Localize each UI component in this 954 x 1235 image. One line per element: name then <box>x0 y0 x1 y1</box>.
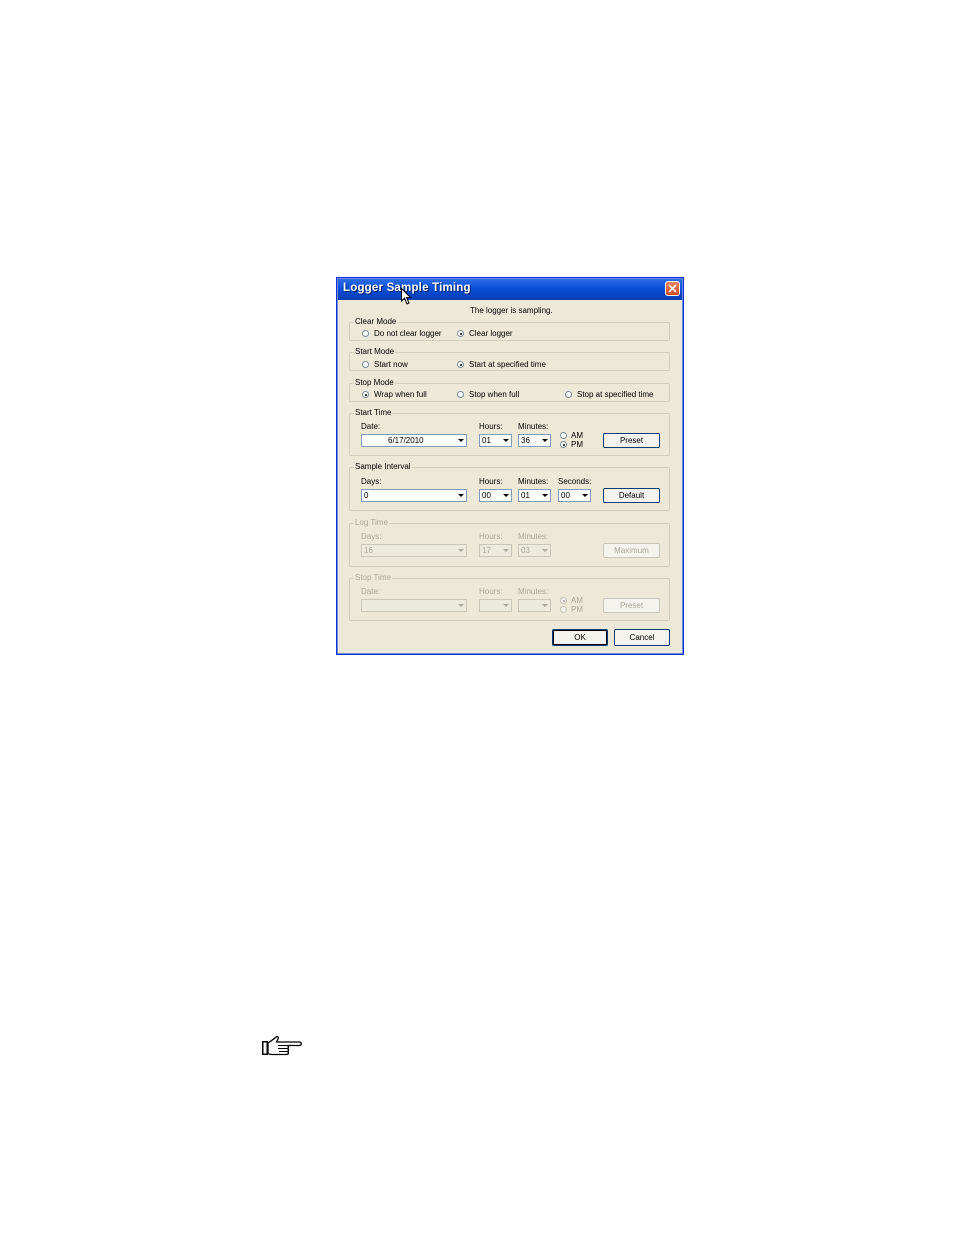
stop-pm-label: PM <box>571 605 583 614</box>
start-hours-label: Hours: <box>479 422 503 431</box>
radio-label-do-not-clear-logger: Do not clear logger <box>374 329 442 338</box>
stop-date-label: Date: <box>361 587 381 596</box>
log-days-select: 16 <box>361 544 467 557</box>
radio-label-stop-when-full: Stop when full <box>469 390 520 399</box>
interval-days-label: Days: <box>361 477 382 486</box>
status-text: The logger is sampling. <box>470 306 553 315</box>
radio-stop-when-full[interactable] <box>457 391 464 398</box>
radio-stop-am <box>560 597 567 604</box>
radio-start-am[interactable] <box>560 432 567 439</box>
log-minutes-value: 03 <box>521 546 530 555</box>
chevron-down-icon[interactable] <box>501 491 510 500</box>
log-hours-label: Hours: <box>479 532 503 541</box>
stop-time-legend: Stop Time <box>354 573 393 583</box>
interval-days-value: 0 <box>364 491 369 500</box>
radio-label-wrap-when-full: Wrap when full <box>374 390 427 399</box>
radio-wrap-when-full[interactable] <box>362 391 369 398</box>
log-days-label: Days: <box>361 532 382 541</box>
interval-seconds-select[interactable]: 00 <box>558 489 591 502</box>
interval-seconds-label: Seconds: <box>558 477 592 486</box>
log-minutes-select: 03 <box>518 544 551 557</box>
close-button[interactable] <box>665 281 680 296</box>
log-hours-select: 17 <box>479 544 512 557</box>
chevron-down-icon <box>456 601 465 610</box>
start-hours-select[interactable]: 01 <box>479 434 512 447</box>
title-bar[interactable]: Logger Sample Timing <box>338 279 682 300</box>
log-hours-value: 17 <box>482 546 491 555</box>
chevron-down-icon <box>501 546 510 555</box>
radio-start-now[interactable] <box>362 361 369 368</box>
start-time-legend: Start Time <box>354 408 393 418</box>
chevron-down-icon <box>540 601 549 610</box>
radio-start-at-specified-time[interactable] <box>457 361 464 368</box>
interval-seconds-value: 00 <box>561 491 570 500</box>
chevron-down-icon[interactable] <box>501 436 510 445</box>
default-button[interactable]: Default <box>603 488 660 503</box>
chevron-down-icon[interactable] <box>456 436 465 445</box>
start-date-picker[interactable]: 6/17/2010 <box>361 434 467 447</box>
chevron-down-icon <box>456 546 465 555</box>
interval-hours-label: Hours: <box>479 477 503 486</box>
sample-interval-legend: Sample Interval <box>354 462 412 472</box>
chevron-down-icon <box>501 601 510 610</box>
clear-mode-legend: Clear Mode <box>354 317 398 327</box>
radio-clear-logger[interactable] <box>457 330 464 337</box>
log-minutes-label: Minutes: <box>518 532 549 541</box>
start-minutes-value: 36 <box>521 436 530 445</box>
chevron-down-icon[interactable] <box>456 491 465 500</box>
stop-minutes-select <box>518 599 551 612</box>
interval-minutes-label: Minutes: <box>518 477 549 486</box>
chevron-down-icon[interactable] <box>540 436 549 445</box>
chevron-down-icon[interactable] <box>540 491 549 500</box>
radio-label-start-now: Start now <box>374 360 408 369</box>
maximum-button: Maximum <box>603 543 660 558</box>
start-minutes-label: Minutes: <box>518 422 549 431</box>
radio-label-start-at-specified-time: Start at specified time <box>469 360 546 369</box>
radio-stop-pm <box>560 606 567 613</box>
stop-hours-label: Hours: <box>479 587 503 596</box>
start-hours-value: 01 <box>482 436 491 445</box>
start-pm-label: PM <box>571 440 583 449</box>
start-mode-legend: Start Mode <box>354 347 396 357</box>
start-preset-button[interactable]: Preset <box>603 433 660 448</box>
interval-days-select[interactable]: 0 <box>361 489 467 502</box>
mouse-cursor-icon <box>401 288 412 305</box>
pointing-hand-icon <box>262 1035 302 1056</box>
radio-do-not-clear-logger[interactable] <box>362 330 369 337</box>
radio-label-stop-at-specified-time: Stop at specified time <box>577 390 654 399</box>
log-time-legend: Log Time <box>354 518 389 528</box>
interval-hours-value: 00 <box>482 491 491 500</box>
radio-label-clear-logger: Clear logger <box>469 329 513 338</box>
chevron-down-icon <box>540 546 549 555</box>
chevron-down-icon[interactable] <box>580 491 589 500</box>
start-date-label: Date: <box>361 422 381 431</box>
interval-minutes-value: 01 <box>521 491 530 500</box>
log-days-value: 16 <box>364 546 373 555</box>
stop-preset-button: Preset <box>603 598 660 613</box>
radio-stop-at-specified-time[interactable] <box>565 391 572 398</box>
close-icon <box>668 284 677 293</box>
stop-minutes-label: Minutes: <box>518 587 549 596</box>
start-minutes-select[interactable]: 36 <box>518 434 551 447</box>
stop-mode-legend: Stop Mode <box>354 378 395 388</box>
ok-button[interactable]: OK <box>552 629 608 646</box>
stop-date-picker <box>361 599 467 612</box>
cancel-button[interactable]: Cancel <box>614 629 670 646</box>
start-date-value: 6/17/2010 <box>388 436 424 445</box>
interval-minutes-select[interactable]: 01 <box>518 489 551 502</box>
radio-start-pm[interactable] <box>560 441 567 448</box>
interval-hours-select[interactable]: 00 <box>479 489 512 502</box>
stop-hours-select <box>479 599 512 612</box>
